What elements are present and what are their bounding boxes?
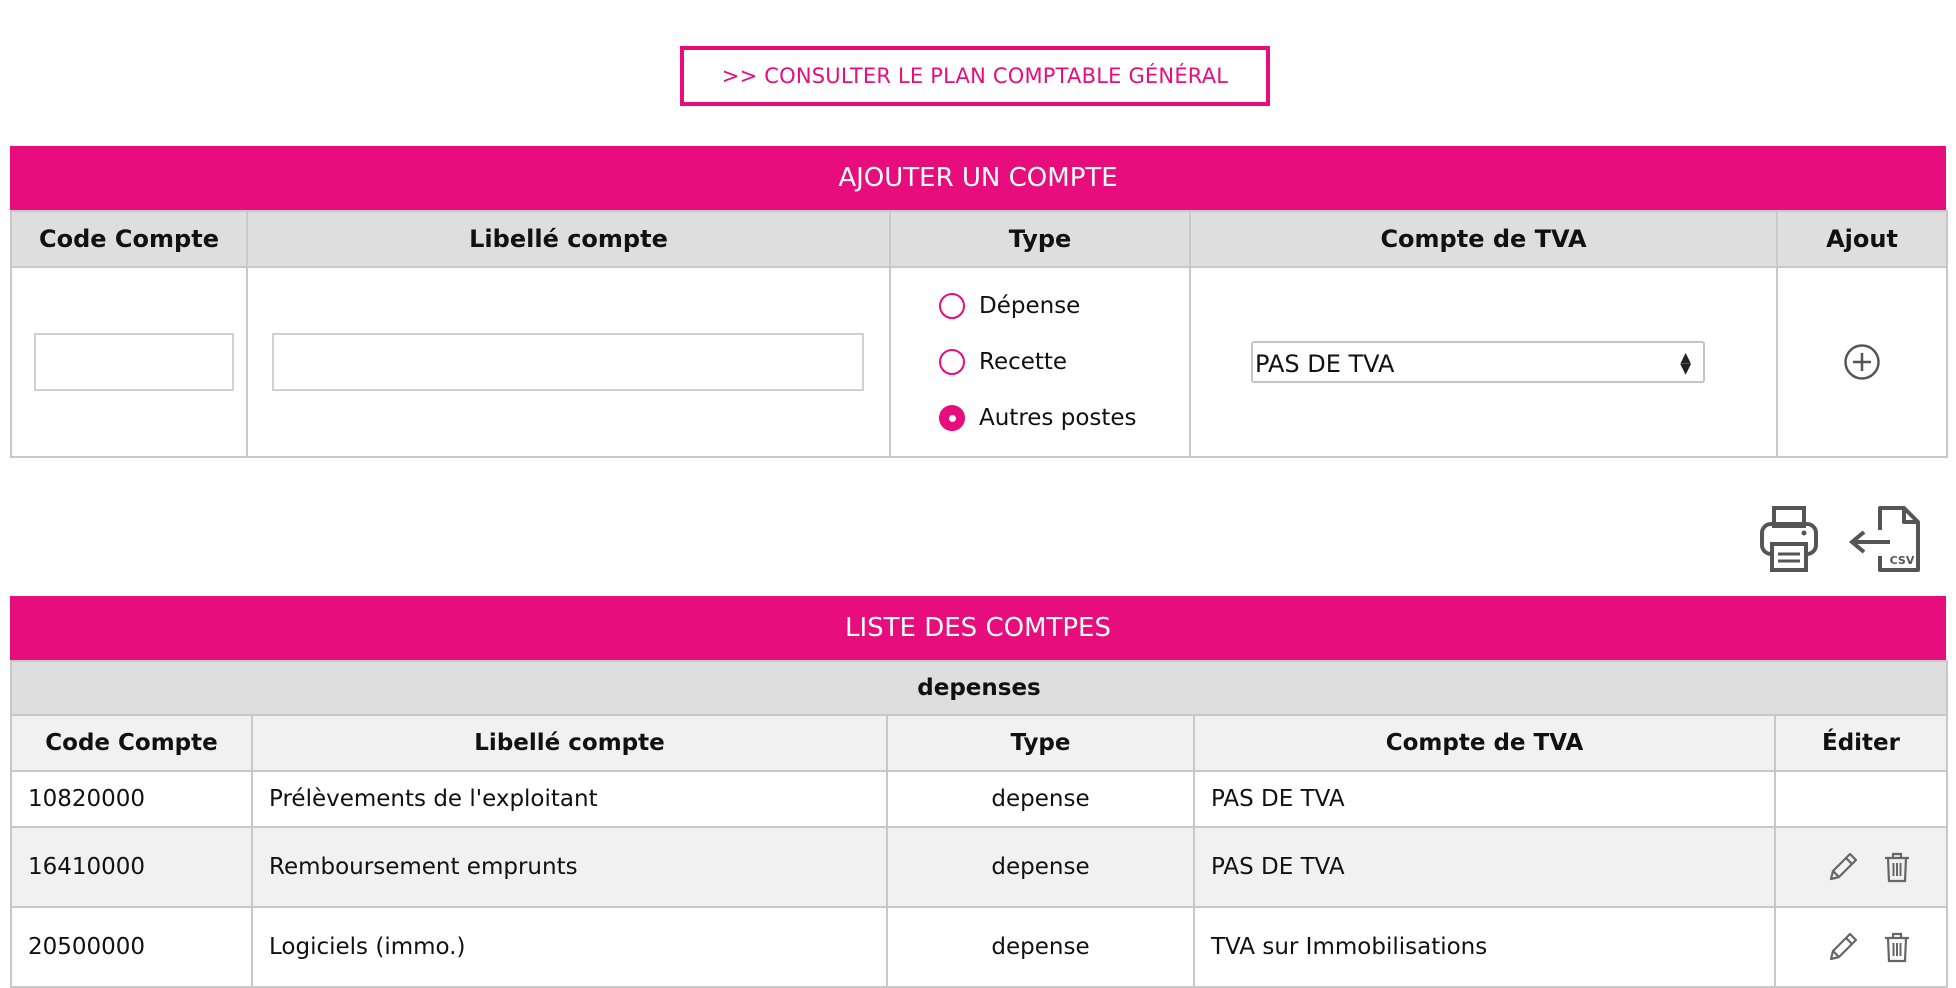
edit-pencil-icon[interactable] xyxy=(1826,930,1860,964)
radio-label-depense: Dépense xyxy=(979,293,1081,319)
col-header-type: Type xyxy=(889,210,1191,268)
plus-circle-icon[interactable] xyxy=(1843,343,1881,381)
trash-icon[interactable] xyxy=(1882,930,1912,964)
cell-label: Remboursement emprunts xyxy=(251,826,888,908)
cell-tva: TVA sur Immobilisations xyxy=(1193,906,1776,988)
label-cell xyxy=(246,266,891,458)
cell-tva: PAS DE TVA xyxy=(1193,826,1776,908)
table-row: 16410000 Remboursement emprunts depense … xyxy=(10,826,1949,908)
code-compte-input[interactable] xyxy=(34,333,234,391)
tva-cell: PAS DE TVA ▲ ▼ xyxy=(1189,266,1778,458)
tva-select-value: PAS DE TVA xyxy=(1255,350,1395,378)
add-account-title: AJOUTER UN COMPTE xyxy=(10,146,1946,210)
col-header-code: Code Compte xyxy=(10,210,248,268)
cell-code: 20500000 xyxy=(10,906,253,988)
csv-label: CSV xyxy=(1890,554,1915,567)
list-col-header-code: Code Compte xyxy=(10,714,253,772)
list-col-header-tva: Compte de TVA xyxy=(1193,714,1776,772)
radio-recette[interactable] xyxy=(939,349,965,375)
edit-pencil-icon[interactable] xyxy=(1826,850,1860,884)
add-account-form: Code Compte Libellé compte Type Compte d… xyxy=(10,210,1948,458)
type-option-depense[interactable]: Dépense xyxy=(939,278,1189,334)
col-header-label: Libellé compte xyxy=(246,210,891,268)
consult-plan-comptable-button[interactable]: >> CONSULTER LE PLAN COMPTABLE GÉNÉRAL xyxy=(680,46,1270,106)
type-option-autres-postes[interactable]: Autres postes xyxy=(939,390,1189,446)
table-row: 10820000 Prélèvements de l'exploitant de… xyxy=(10,770,1949,828)
table-row: 20500000 Logiciels (immo.) depense TVA s… xyxy=(10,906,1949,988)
trash-icon[interactable] xyxy=(1882,850,1912,884)
code-cell xyxy=(10,266,248,458)
cell-type: depense xyxy=(886,770,1195,828)
type-radio-group: Dépense Recette Autres postes xyxy=(891,278,1189,446)
cell-actions xyxy=(1773,906,1949,988)
cell-type: depense xyxy=(886,826,1195,908)
select-arrows-icon: ▲ ▼ xyxy=(1680,350,1691,377)
cell-label: Prélèvements de l'exploitant xyxy=(251,770,888,828)
cell-code: 10820000 xyxy=(10,770,253,828)
tva-select[interactable]: PAS DE TVA ▲ ▼ xyxy=(1251,341,1705,383)
cell-actions xyxy=(1773,770,1949,828)
radio-label-autres-postes: Autres postes xyxy=(979,405,1137,431)
cell-type: depense xyxy=(886,906,1195,988)
cell-label: Logiciels (immo.) xyxy=(251,906,888,988)
group-header-depenses: depenses xyxy=(9,660,1949,716)
list-col-header-label: Libellé compte xyxy=(251,714,888,772)
cell-tva: PAS DE TVA xyxy=(1193,770,1776,828)
cell-code: 16410000 xyxy=(10,826,253,908)
col-header-tva: Compte de TVA xyxy=(1189,210,1778,268)
type-option-recette[interactable]: Recette xyxy=(939,334,1189,390)
list-col-header-type: Type xyxy=(886,714,1195,772)
list-col-header-edit: Éditer xyxy=(1773,714,1949,772)
radio-label-recette: Recette xyxy=(979,349,1068,375)
printer-icon[interactable] xyxy=(1758,504,1820,574)
type-cell: Dépense Recette Autres postes xyxy=(889,266,1191,458)
radio-autres-postes[interactable] xyxy=(939,405,965,431)
csv-export-icon[interactable]: CSV xyxy=(1846,504,1922,574)
libelle-compte-input[interactable] xyxy=(272,333,864,391)
radio-depense[interactable] xyxy=(939,293,965,319)
account-list-table: depenses Code Compte Libellé compte Type… xyxy=(9,660,1949,988)
add-cell xyxy=(1776,266,1948,458)
col-header-add: Ajout xyxy=(1776,210,1948,268)
account-list-title: LISTE DES COMTPES xyxy=(10,596,1946,660)
cell-actions xyxy=(1773,826,1949,908)
